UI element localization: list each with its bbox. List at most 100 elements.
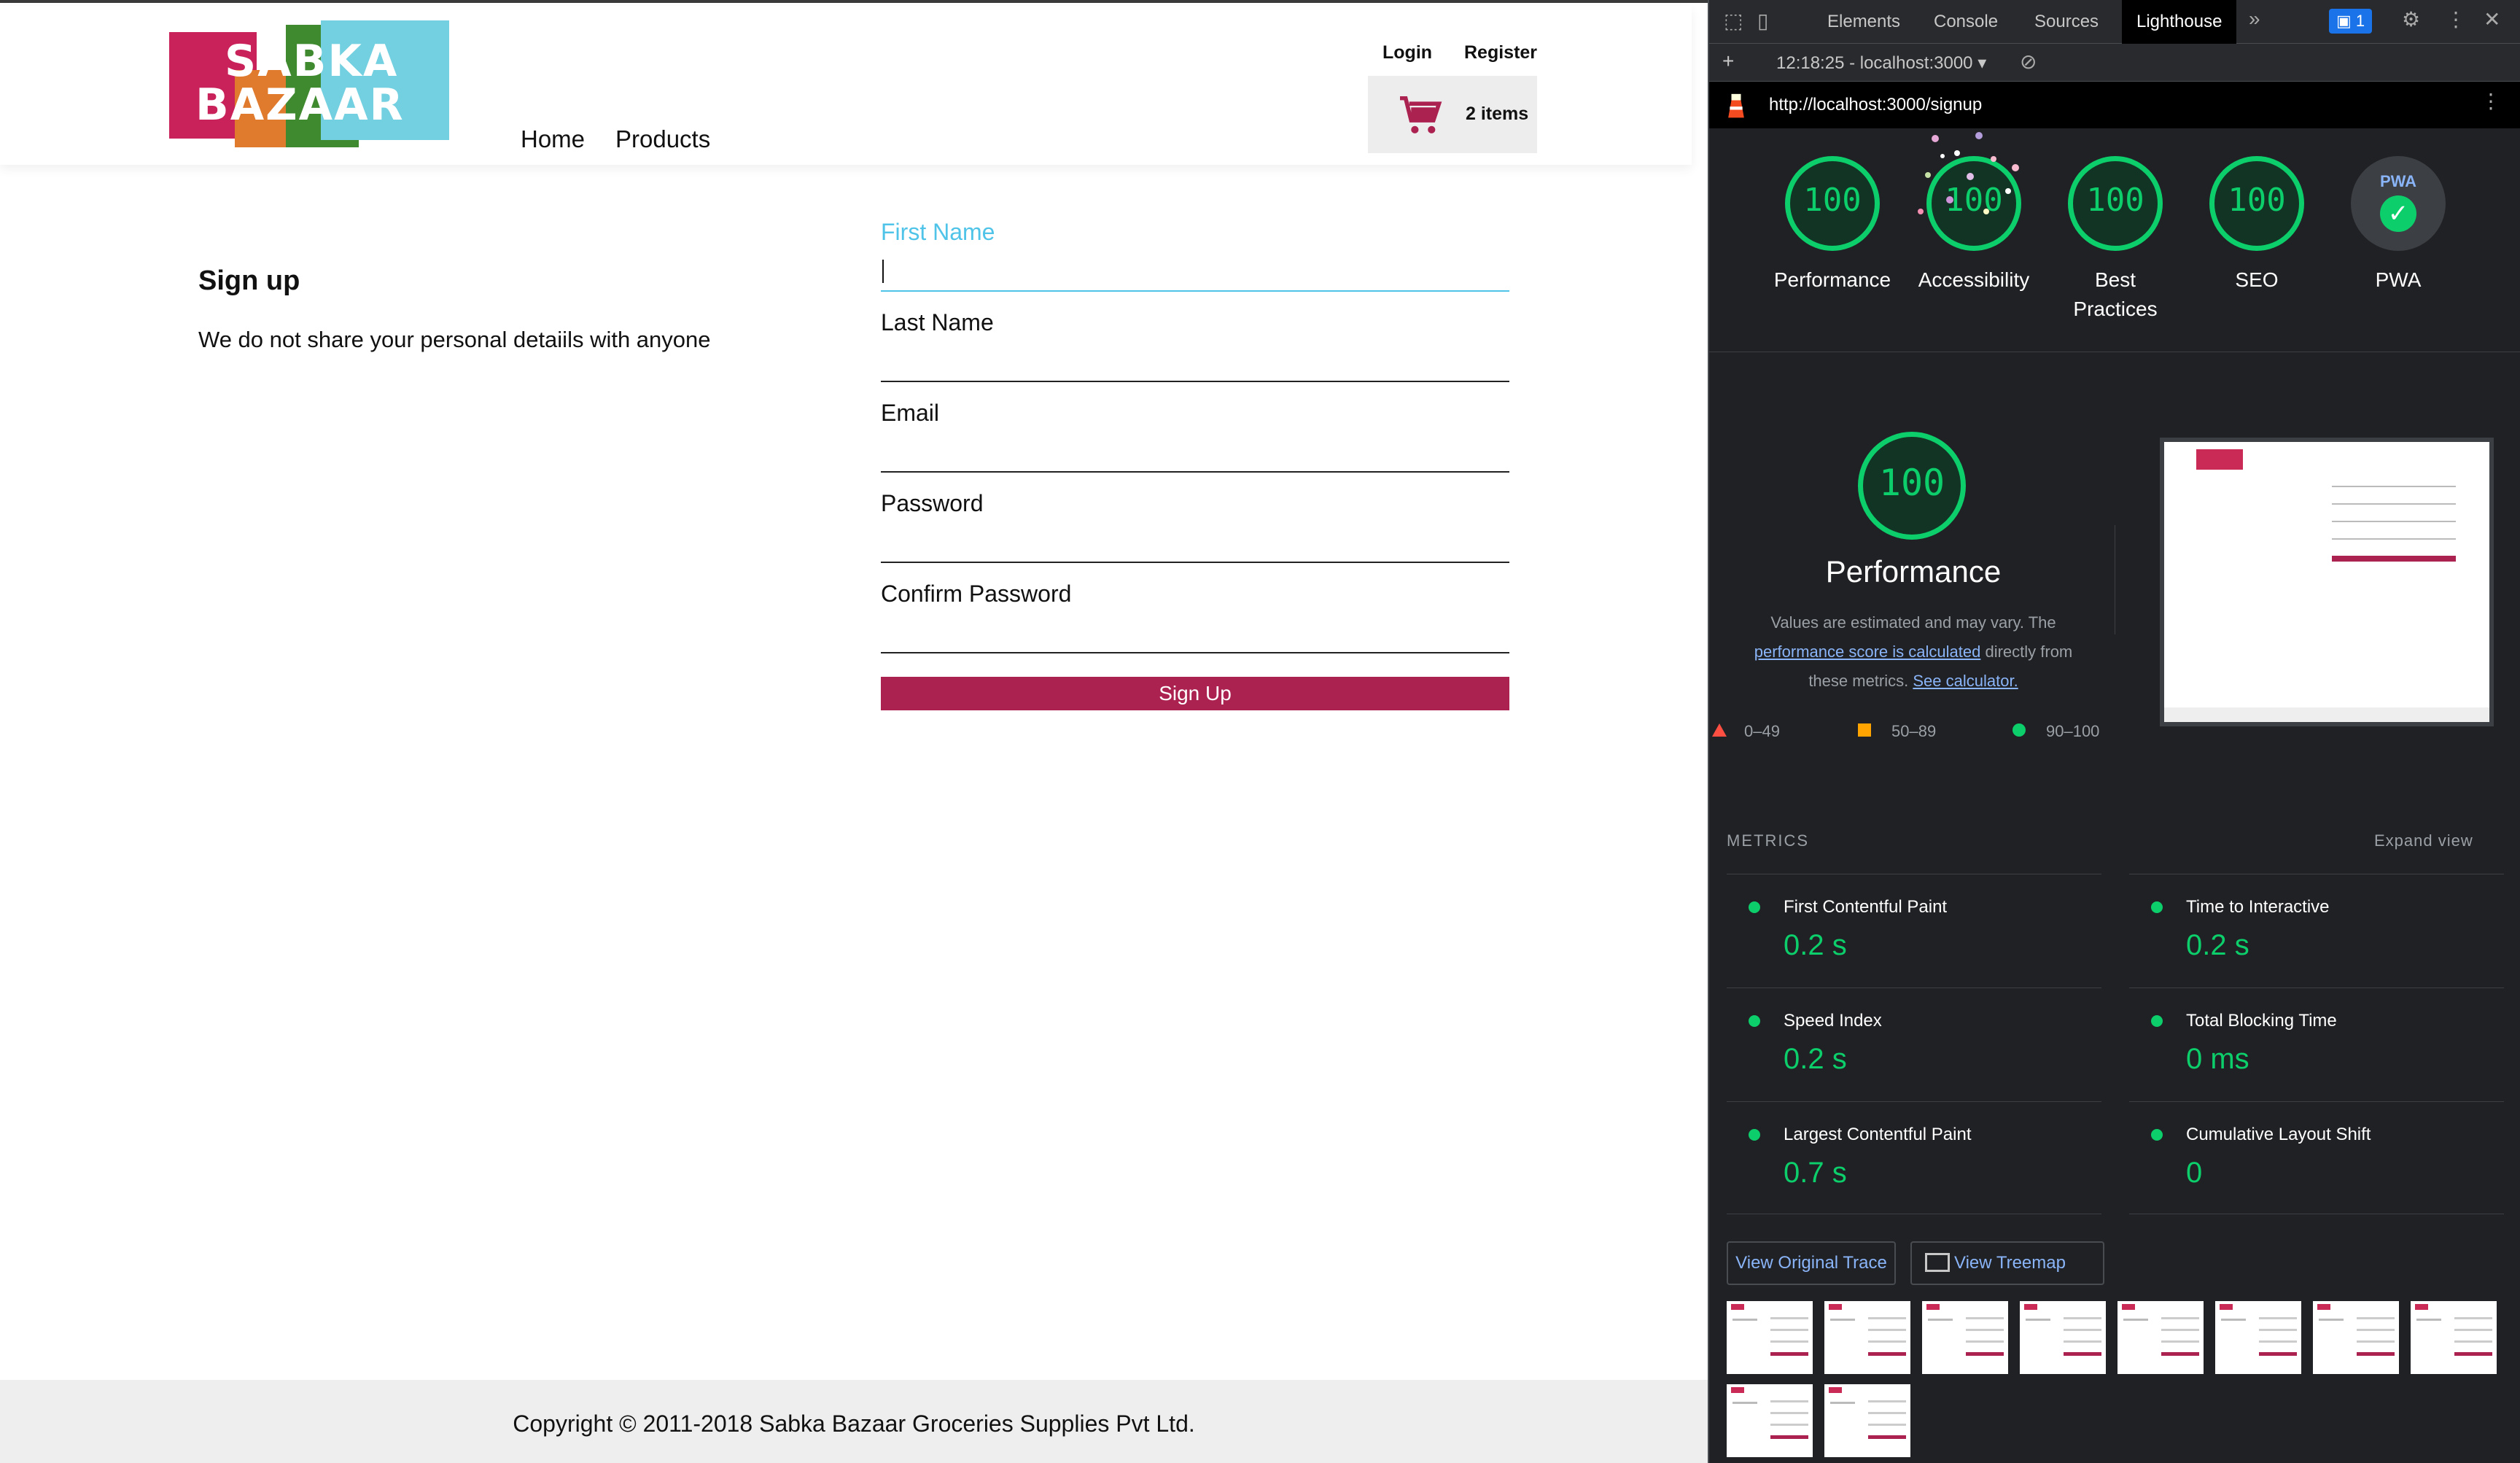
login-link[interactable]: Login bbox=[1382, 42, 1432, 63]
issues-badge[interactable]: ▣ 1 bbox=[2329, 9, 2373, 34]
report-menu-icon[interactable]: ⋮ bbox=[2481, 89, 2501, 113]
metric-cls-value: 0 bbox=[2186, 1157, 2203, 1189]
metric-tti-name: Time to Interactive bbox=[2186, 897, 2330, 917]
metric-si-name: Speed Index bbox=[1784, 1011, 1882, 1031]
password-field[interactable]: Password bbox=[881, 490, 1509, 563]
metric-tbt-name: Total Blocking Time bbox=[2186, 1011, 2337, 1031]
tab-lighthouse[interactable]: Lighthouse bbox=[2122, 0, 2237, 44]
accessibility-gauge-label: Accessibility bbox=[1918, 268, 2030, 291]
screenshot-signup-button bbox=[2332, 556, 2456, 562]
site-header: SABKA BAZAAR Home Products Login Registe… bbox=[0, 6, 1692, 165]
performance-section-title: Performance bbox=[1825, 554, 2002, 589]
metric-tbt-value: 0 ms bbox=[2186, 1043, 2249, 1075]
tab-console[interactable]: Console bbox=[1934, 0, 1998, 44]
lighthouse-toolbar: + 12:18:25 - localhost:3000 ▾ ⊘ bbox=[1709, 44, 2520, 82]
filmstrip-thumbnail bbox=[2313, 1301, 2399, 1374]
confirm-password-label: Confirm Password bbox=[881, 581, 1072, 607]
confirm-password-field[interactable]: Confirm Password bbox=[881, 581, 1509, 653]
site-footer: Copyright © 2011-2018 Sabka Bazaar Groce… bbox=[0, 1380, 1708, 1463]
new-report-plus-icon[interactable]: + bbox=[1722, 50, 1734, 73]
filmstrip-thumbnail bbox=[1727, 1384, 1813, 1457]
performance-score: 100 bbox=[1803, 182, 1862, 219]
cart-icon bbox=[1400, 96, 1442, 133]
performance-gauge[interactable]: 100 bbox=[1785, 156, 1880, 251]
more-tabs-icon[interactable]: » bbox=[2249, 7, 2260, 31]
first-name-field[interactable]: First Name bbox=[881, 219, 1509, 292]
perf-desc-text-2: directly from bbox=[1985, 643, 2073, 661]
filmstrip-thumbnail bbox=[2118, 1301, 2204, 1374]
best-practices-gauge-label: Best Practices bbox=[2042, 265, 2188, 324]
performance-gauge-label: Performance bbox=[1773, 268, 1891, 291]
screenshot-field-line bbox=[2332, 503, 2456, 505]
logo-line-1: SABKA bbox=[225, 36, 399, 87]
nav-home[interactable]: Home bbox=[521, 125, 585, 153]
metric-pass-dot bbox=[1749, 901, 1760, 913]
clear-reports-icon[interactable]: ⊘ bbox=[2020, 50, 2037, 74]
screenshot-field-line bbox=[2332, 486, 2456, 487]
inspect-element-icon[interactable]: ⬚ bbox=[1724, 9, 1743, 33]
metric-pass-dot bbox=[2151, 1015, 2163, 1027]
perf-score-calculated-link[interactable]: performance score is calculated bbox=[1754, 643, 1981, 661]
tab-sources[interactable]: Sources bbox=[2034, 0, 2099, 44]
signup-button[interactable]: Sign Up bbox=[881, 677, 1509, 710]
perf-desc-text-1: Values are estimated and may vary. The bbox=[1770, 613, 2056, 632]
last-name-label: Last Name bbox=[881, 309, 994, 335]
filmstrip-thumbnail bbox=[1824, 1384, 1910, 1457]
expand-view-toggle[interactable]: Expand view bbox=[2374, 831, 2473, 850]
metric-pass-dot bbox=[2151, 1129, 2163, 1141]
final-screenshot[interactable] bbox=[2160, 438, 2494, 726]
metric-divider bbox=[1727, 987, 2101, 988]
metric-cls-name: Cumulative Layout Shift bbox=[2186, 1125, 2371, 1144]
seo-gauge[interactable]: 100 bbox=[2209, 156, 2304, 251]
signup-description: We do not share your personal detaiils w… bbox=[198, 327, 711, 352]
last-name-field[interactable]: Last Name bbox=[881, 309, 1509, 382]
password-label: Password bbox=[881, 490, 984, 516]
best-practices-label-line1: Best bbox=[2094, 268, 2136, 291]
signup-title: Sign up bbox=[198, 265, 300, 296]
metric-lcp-value: 0.7 s bbox=[1784, 1157, 1847, 1189]
cart-button[interactable]: 2 items bbox=[1368, 76, 1537, 153]
perf-desc-text-3: these metrics. bbox=[1808, 672, 1909, 690]
report-selector[interactable]: 12:18:25 - localhost:3000 ▾ bbox=[1776, 53, 1986, 74]
app-viewport: SABKA BAZAAR Home Products Login Registe… bbox=[0, 0, 1708, 1463]
metric-fcp-name: First Contentful Paint bbox=[1784, 897, 1948, 917]
metric-pass-dot bbox=[1749, 1015, 1760, 1027]
metric-tti-value: 0.2 s bbox=[2186, 929, 2249, 961]
device-toolbar-icon[interactable]: ▯ bbox=[1757, 9, 1768, 33]
screenshot-field-line bbox=[2332, 521, 2456, 522]
performance-large-score: 100 bbox=[1878, 462, 1945, 504]
filmstrip-thumbnail bbox=[1922, 1301, 2008, 1374]
email-label: Email bbox=[881, 400, 940, 426]
settings-gear-icon[interactable]: ⚙ bbox=[2402, 7, 2420, 31]
nav-products[interactable]: Products bbox=[615, 125, 710, 153]
metric-pass-dot bbox=[1749, 1129, 1760, 1141]
logo-text: SABKA BAZAAR bbox=[195, 39, 414, 127]
pwa-check-icon: ✓ bbox=[2380, 195, 2416, 232]
fail-triangle-icon bbox=[1712, 723, 1727, 737]
register-link[interactable]: Register bbox=[1464, 42, 1537, 63]
issues-count: 1 bbox=[2355, 12, 2365, 30]
pwa-badge[interactable]: PWA ✓ bbox=[2351, 156, 2446, 251]
filmstrip-thumbnail bbox=[2215, 1301, 2301, 1374]
performance-description: Values are estimated and may vary. The p… bbox=[1716, 608, 2110, 696]
performance-large-gauge: 100 bbox=[1858, 432, 1966, 540]
cart-count: 2 items bbox=[1466, 104, 1529, 124]
see-calculator-link[interactable]: See calculator. bbox=[1913, 672, 2018, 690]
logo[interactable]: SABKA BAZAAR bbox=[169, 20, 449, 147]
close-icon[interactable]: ✕ bbox=[2484, 7, 2500, 31]
first-name-label: First Name bbox=[881, 219, 995, 245]
tab-elements[interactable]: Elements bbox=[1827, 0, 1900, 44]
best-practices-label-line2: Practices bbox=[2073, 298, 2158, 320]
filmstrip-thumbnail bbox=[1727, 1301, 1813, 1374]
metric-pass-dot bbox=[2151, 901, 2163, 913]
view-original-trace-button[interactable]: View Original Trace bbox=[1727, 1241, 1896, 1285]
view-treemap-button[interactable]: View Treemap bbox=[1910, 1241, 2104, 1285]
best-practices-score: 100 bbox=[2086, 182, 2144, 219]
view-treemap-label: View Treemap bbox=[1954, 1253, 2066, 1273]
email-field[interactable]: Email bbox=[881, 400, 1509, 473]
best-practices-gauge[interactable]: 100 bbox=[2068, 156, 2163, 251]
metric-divider bbox=[2129, 1101, 2504, 1102]
filmstrip-thumbnail bbox=[1824, 1301, 1910, 1374]
report-url: http://localhost:3000/signup bbox=[1769, 95, 1983, 115]
kebab-menu-icon[interactable]: ⋮ bbox=[2446, 7, 2466, 31]
